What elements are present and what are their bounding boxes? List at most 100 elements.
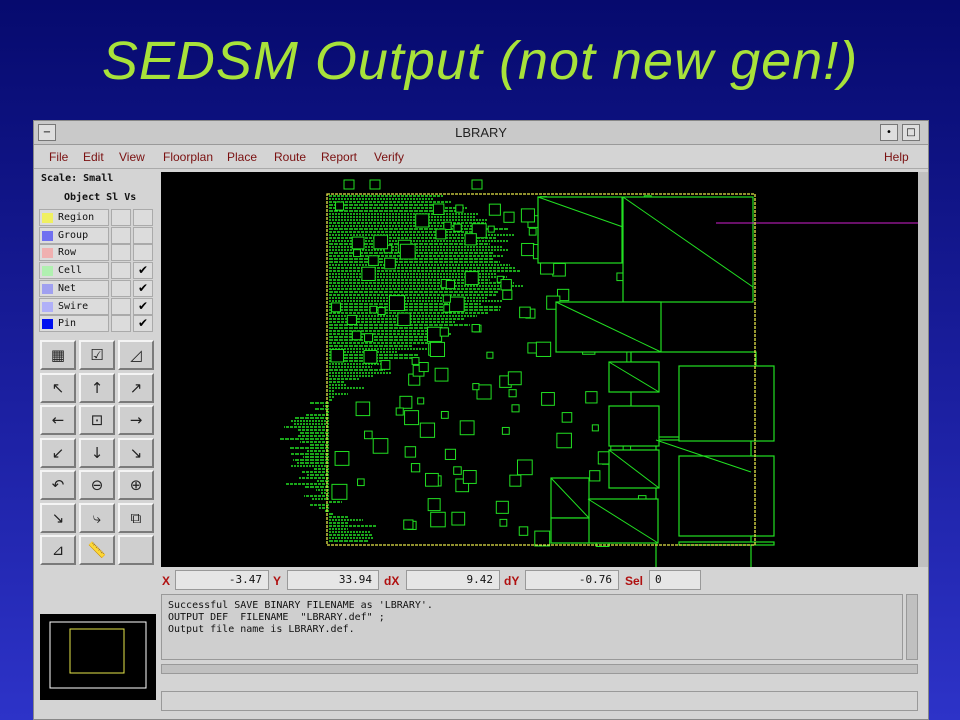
pan-left-button[interactable]: ← bbox=[40, 405, 76, 435]
cell-macro bbox=[404, 410, 420, 426]
cell-macro bbox=[426, 326, 443, 342]
measure-button[interactable]: ⊿ bbox=[40, 535, 76, 565]
zoom-in-button[interactable]: ⊕ bbox=[118, 470, 154, 500]
layer-name[interactable]: Net bbox=[39, 279, 109, 297]
layer-selectable-checkbox[interactable] bbox=[111, 279, 131, 297]
maximize-button[interactable]: □ bbox=[902, 124, 920, 141]
layer-visible-checkbox[interactable] bbox=[133, 209, 153, 226]
layer-visible-checkbox[interactable]: ✔ bbox=[133, 279, 153, 297]
select-arrow-button[interactable]: ↘ bbox=[40, 502, 76, 533]
cell-macro bbox=[520, 208, 535, 223]
layer-label: Pin bbox=[58, 318, 77, 330]
cell-macro bbox=[397, 312, 411, 326]
dy-field[interactable]: -0.76 bbox=[525, 570, 619, 590]
ruler-button[interactable]: 📏 bbox=[79, 535, 115, 565]
menu-file[interactable]: File bbox=[49, 150, 68, 164]
pan-up-icon: ↑ bbox=[90, 378, 104, 397]
macro-block bbox=[678, 455, 775, 537]
layer-visible-checkbox[interactable]: ✔ bbox=[133, 297, 153, 315]
layer-selectable-checkbox[interactable] bbox=[111, 315, 131, 333]
menu-floorplan[interactable]: Floorplan bbox=[163, 150, 213, 164]
sel-field[interactable]: 0 bbox=[649, 570, 701, 590]
menu-edit[interactable]: Edit bbox=[83, 150, 104, 164]
fit-view-button[interactable]: ⊡ bbox=[79, 405, 115, 435]
pan-up-button[interactable]: ↑ bbox=[79, 372, 115, 403]
message-scrollbar[interactable] bbox=[906, 594, 918, 660]
pan-up-right-button[interactable]: ↗ bbox=[118, 372, 154, 403]
layer-selectable-checkbox[interactable] bbox=[111, 244, 131, 262]
object-header: Object Sl Vs bbox=[64, 192, 137, 203]
menu-route[interactable]: Route bbox=[274, 150, 306, 164]
route-step-button[interactable]: ⤷ bbox=[79, 502, 115, 533]
window-titlebar[interactable]: − LBRARY • □ bbox=[34, 121, 928, 145]
layer-visible-checkbox[interactable] bbox=[133, 226, 153, 244]
layer-row-net[interactable]: Net ✔ bbox=[39, 279, 155, 297]
layer-row-group[interactable]: Group bbox=[39, 226, 155, 244]
layer-visible-checkbox[interactable] bbox=[133, 244, 153, 262]
layer-row-row[interactable]: Row bbox=[39, 244, 155, 262]
overview-minimap[interactable] bbox=[40, 614, 156, 700]
layer-selectable-checkbox[interactable] bbox=[111, 262, 131, 280]
layer-row-swire[interactable]: Swire ✔ bbox=[39, 297, 155, 315]
pan-down-button[interactable]: ↓ bbox=[79, 437, 115, 468]
layer-row-region[interactable]: Region bbox=[39, 209, 155, 226]
undo-view-button[interactable]: ↶ bbox=[40, 470, 76, 500]
layer-row-pin[interactable]: Pin ✔ bbox=[39, 315, 155, 333]
cell-macro bbox=[427, 498, 441, 512]
pan-down-left-button[interactable]: ↙ bbox=[40, 437, 76, 468]
layer-name[interactable]: Pin bbox=[39, 315, 109, 333]
window-select-button[interactable]: ⧉ bbox=[118, 502, 154, 533]
menu-help[interactable]: Help bbox=[884, 150, 909, 164]
cell-macro bbox=[500, 279, 512, 291]
layout-canvas[interactable] bbox=[161, 172, 918, 567]
check-icon: ✔ bbox=[137, 316, 149, 331]
menu-place[interactable]: Place bbox=[227, 150, 257, 164]
cell-macro bbox=[415, 213, 430, 228]
x-field[interactable]: -3.47 bbox=[175, 570, 269, 590]
pan-right-button[interactable]: → bbox=[118, 405, 154, 435]
cell-macro bbox=[487, 225, 495, 233]
cell-macro bbox=[429, 341, 446, 358]
layer-name[interactable]: Row bbox=[39, 244, 109, 262]
minimize-button[interactable]: • bbox=[880, 124, 898, 141]
ruler-corner-button[interactable]: ◿ bbox=[118, 340, 154, 370]
y-field[interactable]: 33.94 bbox=[287, 570, 379, 590]
canvas-vscroll[interactable] bbox=[918, 172, 928, 567]
cell-macro bbox=[509, 474, 522, 487]
cell-macro bbox=[411, 357, 420, 365]
layer-selectable-checkbox[interactable] bbox=[111, 209, 131, 226]
layer-name[interactable]: Swire bbox=[39, 297, 109, 315]
scale-label: Scale: Small bbox=[41, 173, 114, 184]
layer-name[interactable]: Cell bbox=[39, 262, 109, 280]
message-hscroll[interactable] bbox=[161, 664, 918, 674]
macro-block bbox=[678, 365, 775, 442]
menu-verify[interactable]: Verify bbox=[374, 150, 404, 164]
menu-report[interactable]: Report bbox=[321, 150, 357, 164]
layer-row-cell[interactable]: Cell ✔ bbox=[39, 262, 155, 280]
cell-macro bbox=[495, 500, 509, 514]
message-line: Successful SAVE BINARY FILENAME as 'LBRA… bbox=[168, 600, 433, 611]
menu-view[interactable]: View bbox=[119, 150, 145, 164]
pan-up-left-button[interactable]: ↖ bbox=[40, 372, 76, 403]
dx-field[interactable]: 9.42 bbox=[406, 570, 500, 590]
pan-down-right-button[interactable]: ↘ bbox=[118, 437, 154, 468]
layer-visible-checkbox[interactable]: ✔ bbox=[133, 315, 153, 333]
layer-selectable-checkbox[interactable] bbox=[111, 226, 131, 244]
cell-macro bbox=[364, 333, 374, 343]
blank-tool[interactable] bbox=[118, 535, 154, 565]
cell-macro bbox=[403, 519, 414, 530]
grid-tool-button[interactable]: ▦ bbox=[40, 340, 76, 370]
pan-down-left-icon: ↙ bbox=[51, 443, 65, 462]
layer-name[interactable]: Region bbox=[39, 209, 109, 226]
layer-color-swatch bbox=[42, 319, 53, 330]
y-label: Y bbox=[273, 574, 282, 588]
layer-visible-checkbox[interactable]: ✔ bbox=[133, 262, 153, 280]
cell-macro bbox=[368, 255, 379, 266]
check-list-button[interactable]: ☑ bbox=[79, 340, 115, 370]
zoom-out-button[interactable]: ⊖ bbox=[79, 470, 115, 500]
cell-macro bbox=[330, 348, 345, 363]
cell-macro bbox=[589, 470, 601, 482]
macro-block bbox=[537, 196, 623, 264]
layer-selectable-checkbox[interactable] bbox=[111, 297, 131, 315]
layer-name[interactable]: Group bbox=[39, 226, 109, 244]
